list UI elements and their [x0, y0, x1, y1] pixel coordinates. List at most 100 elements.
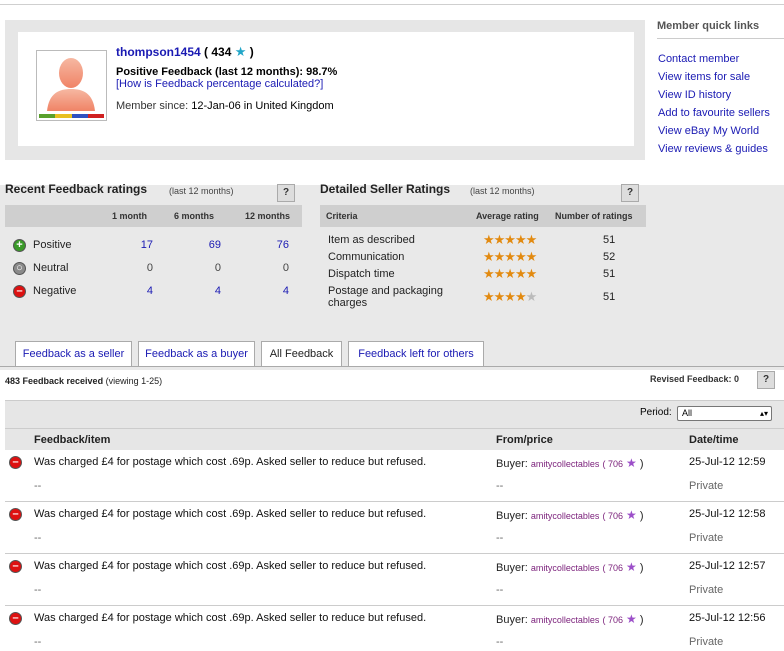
positive-6-months[interactable]: 69	[191, 239, 221, 251]
feedback-comment: Was charged £4 for postage which cost .6…	[34, 560, 427, 572]
neutral-12-months: 0	[282, 262, 289, 274]
dsr-postage-label: Postage and packaging	[328, 285, 443, 297]
quick-link-reviews-guides[interactable]: View reviews & guides	[658, 143, 768, 155]
turquoise-star-icon[interactable]: ★	[235, 44, 247, 59]
buyer-score[interactable]: 706	[608, 615, 623, 625]
viewing-range: (viewing 1-25)	[105, 376, 163, 386]
negative-6-months[interactable]: 4	[191, 285, 221, 297]
quick-link-items-for-sale[interactable]: View items for sale	[658, 71, 750, 83]
purple-star-icon[interactable]: ★	[626, 508, 637, 522]
user-silhouette-icon	[47, 58, 95, 111]
negative-icon: –	[13, 285, 26, 298]
negative-12-months[interactable]: 4	[259, 285, 289, 297]
feedback-date: 25-Jul-12 12:56	[689, 612, 766, 624]
tab-feedback-as-seller[interactable]: Feedback as a seller	[15, 341, 132, 367]
buyer-link[interactable]: amitycollectables	[531, 563, 600, 573]
buyer-label: Buyer:	[496, 614, 528, 626]
member-since-label: Member since:	[116, 100, 189, 112]
quick-link-id-history[interactable]: View ID history	[658, 89, 731, 101]
negative-feedback-icon: –	[9, 508, 22, 521]
price: --	[496, 584, 504, 596]
period-select[interactable]: All ▴▾	[677, 406, 772, 421]
col-date-time: Date/time	[689, 434, 739, 446]
recent-help-button[interactable]: ?	[277, 184, 295, 202]
member-since-value: 12-Jan-06 in United Kingdom	[191, 100, 334, 112]
neutral-1-month: 0	[146, 262, 153, 274]
feedback-item: --	[34, 480, 42, 492]
dsr-help-button[interactable]: ?	[621, 184, 639, 202]
positive-feedback-percent: Positive Feedback (last 12 months): 98.7…	[116, 66, 338, 78]
dsr-communication-stars: ★★★★★	[483, 249, 537, 264]
feedback-item: --	[34, 584, 42, 596]
member-since: Member since: 12-Jan-06 in United Kingdo…	[116, 100, 334, 112]
feedback-list-header	[5, 428, 784, 450]
feedback-privacy: Private	[689, 532, 724, 544]
recent-ratings-period: (last 12 months)	[169, 186, 234, 196]
username-link[interactable]: thompson1454	[116, 45, 201, 59]
recent-ratings-title: Recent Feedback ratings	[5, 182, 148, 196]
dsr-postage-label-2: charges	[328, 297, 368, 309]
dsr-dispatch-count: 51	[603, 268, 616, 280]
select-arrows-icon: ▴▾	[759, 409, 768, 418]
revised-feedback: Revised Feedback: 0	[650, 374, 740, 384]
buyer-link[interactable]: amitycollectables	[531, 459, 600, 469]
dsr-title: Detailed Seller Ratings	[320, 182, 451, 196]
profile-card	[18, 32, 634, 146]
dsr-dispatch-label: Dispatch time	[328, 268, 395, 280]
positive-12-months[interactable]: 76	[259, 239, 289, 251]
negative-1-month[interactable]: 4	[123, 285, 153, 297]
row-positive-label: Positive	[33, 239, 72, 251]
tab-feedback-left-for-others[interactable]: Feedback left for others	[348, 341, 484, 367]
period-select-value: All	[682, 408, 693, 418]
buyer-info: Buyer: amitycollectables ( 706 ★ )	[496, 560, 644, 574]
dsr-postage-count: 51	[603, 291, 616, 303]
buyer-label: Buyer:	[496, 458, 528, 470]
buyer-info: Buyer: amitycollectables ( 706 ★ )	[496, 612, 644, 626]
dsr-postage-stars: ★★★★★	[483, 289, 537, 304]
buyer-link[interactable]: amitycollectables	[531, 615, 600, 625]
neutral-icon: ○	[13, 262, 26, 275]
dsr-period: (last 12 months)	[470, 186, 535, 196]
negative-feedback-icon: –	[9, 560, 22, 573]
feedback-privacy: Private	[689, 636, 724, 648]
dsr-item-described-count: 51	[603, 234, 616, 246]
quick-link-add-favourite[interactable]: Add to favourite sellers	[658, 107, 770, 119]
avatar[interactable]	[36, 50, 107, 121]
feedback-comment: Was charged £4 for postage which cost .6…	[34, 456, 427, 468]
buyer-score[interactable]: 706	[608, 511, 623, 521]
quick-link-contact-member[interactable]: Contact member	[658, 53, 739, 65]
feedback-comment: Was charged £4 for postage which cost .6…	[34, 508, 427, 520]
negative-feedback-icon: –	[9, 456, 22, 469]
col-number-of-ratings: Number of ratings	[555, 211, 633, 221]
buyer-score[interactable]: 706	[608, 459, 623, 469]
purple-star-icon[interactable]: ★	[626, 612, 637, 626]
positive-icon: +	[13, 239, 26, 252]
feedback-privacy: Private	[689, 480, 724, 492]
row-negative-label: Negative	[33, 285, 77, 297]
tab-all-feedback[interactable]: All Feedback	[261, 341, 342, 367]
feedback-received: 483 Feedback received (viewing 1-25)	[5, 376, 162, 386]
purple-star-icon[interactable]: ★	[626, 456, 637, 470]
col-from-price: From/price	[496, 434, 553, 446]
avatar-color-bar	[39, 114, 104, 118]
col-criteria: Criteria	[326, 211, 358, 221]
neutral-6-months: 0	[214, 262, 221, 274]
feedback-score[interactable]: 434	[211, 45, 231, 59]
quick-links-title: Member quick links	[657, 20, 760, 32]
buyer-link[interactable]: amitycollectables	[531, 511, 600, 521]
how-calculated-link[interactable]: [How is Feedback percentage calculated?]	[116, 78, 323, 90]
revised-help-button[interactable]: ?	[757, 371, 775, 389]
row-neutral-label: Neutral	[33, 262, 69, 274]
tabs-baseline	[0, 366, 784, 367]
dsr-communication-label: Communication	[328, 251, 405, 263]
dsr-communication-count: 52	[603, 251, 616, 263]
feedback-date: 25-Jul-12 12:59	[689, 456, 766, 468]
tab-feedback-as-buyer[interactable]: Feedback as a buyer	[138, 341, 255, 367]
quick-link-my-world[interactable]: View eBay My World	[658, 125, 759, 137]
buyer-score[interactable]: 706	[608, 563, 623, 573]
dsr-item-described-stars: ★★★★★	[483, 232, 537, 247]
purple-star-icon[interactable]: ★	[626, 560, 637, 574]
positive-1-month[interactable]: 17	[123, 239, 153, 251]
feedback-date: 25-Jul-12 12:58	[689, 508, 766, 520]
dsr-dispatch-stars: ★★★★★	[483, 266, 537, 281]
